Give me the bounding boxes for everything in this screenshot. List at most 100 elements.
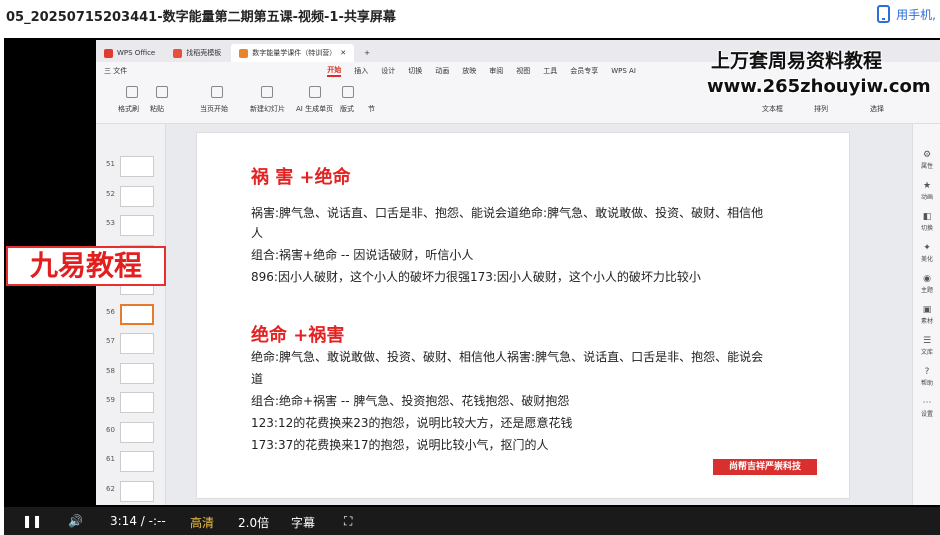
ribbon-new-slide[interactable]: 新建幻灯片	[250, 104, 285, 114]
right-panel: ⚙ 属性 ★ 动画 ◧ 切换 ✦ 美化 ◉ 主题 ▣ 素材 ☰ 文库? 帮助 ⋯ 设置	[912, 124, 940, 505]
tab-template[interactable]: 找稻壳模板	[165, 44, 229, 62]
tab-document[interactable]: 数字能量学课件（特训营） ✕	[231, 44, 355, 62]
template-icon	[173, 48, 183, 58]
right-panel-button[interactable]: ✦ 美化	[915, 243, 939, 263]
thumbnail-preview	[120, 451, 154, 472]
ribbon-format-painter[interactable]: 格式刷	[118, 104, 139, 114]
slide-thumbnail[interactable]: 57	[96, 331, 166, 357]
new-slide-icon[interactable]	[261, 86, 273, 98]
quality-button[interactable]: 高清	[190, 514, 214, 531]
slide-line: 173:37的花费换来17的抱怨，说明比较小气，抠门的人	[251, 438, 549, 452]
slide-thumbnail[interactable]: 58	[96, 361, 166, 387]
new-tab-button[interactable]: +	[356, 44, 378, 62]
open-on-phone[interactable]: 用手机,	[877, 5, 936, 23]
ribbon-select[interactable]: 选择	[870, 104, 884, 114]
thumbnail-preview	[120, 480, 154, 502]
ribbon-textbox[interactable]: 文本框	[762, 104, 783, 114]
right-panel-button[interactable]: ◧ 切换	[915, 212, 939, 232]
thumbnail-preview	[120, 215, 154, 236]
speed-button[interactable]: 2.0倍	[238, 514, 269, 531]
menu-item[interactable]: 视图	[516, 66, 530, 76]
watermark-top: 上万套周易资料教程	[711, 50, 883, 72]
paste-icon[interactable]	[156, 86, 168, 98]
play-icon[interactable]	[211, 86, 223, 98]
thumbnail-preview	[120, 421, 154, 443]
menu-item[interactable]: 放映	[462, 66, 476, 76]
menu-item[interactable]: 工具	[543, 66, 557, 76]
slide-number: 53	[106, 219, 115, 227]
panel-icon: ★	[922, 181, 932, 191]
ppt-icon	[239, 48, 249, 58]
slide-thumbnail[interactable]: 61	[96, 449, 166, 475]
panel-icon: ⚙	[922, 150, 932, 160]
slide[interactable]: 祸 害 +绝命 祸害:脾气急、说话直、口舌是非、抱怨、能说会道绝命:脾气急、敢说…	[196, 132, 850, 499]
panel-label: 设置	[920, 411, 933, 418]
panel-label: 美化	[920, 256, 933, 263]
panel-label: 属性	[920, 163, 933, 170]
slide-thumbnail[interactable]: 59	[96, 390, 166, 416]
ribbon-play-from-current[interactable]: 当页开始	[200, 104, 228, 114]
subtitle-button[interactable]: 字幕	[291, 514, 315, 531]
panel-icon: ▣	[922, 305, 932, 315]
layout-icon[interactable]	[342, 86, 354, 98]
menu-item[interactable]: WPS AI	[611, 67, 636, 75]
video-title: 05_20250715203441-数字能量第二期第五课-视频-1-共享屏幕	[6, 10, 396, 25]
panel-label: 素材	[920, 318, 933, 325]
slide-line: 896:因小人破财，这个小人的破坏力很强173:因小人破财，这个小人的破坏力比较…	[251, 270, 701, 284]
slide-thumbnail[interactable]: 52	[96, 184, 166, 210]
slide-heading-1: 祸 害 +绝命	[251, 167, 351, 188]
menu-item[interactable]: 审阅	[489, 66, 503, 76]
panel-label: 帮助	[920, 380, 933, 387]
ribbon-ai-generate[interactable]: AI 生成单页	[296, 104, 333, 114]
slide-line: 人	[251, 226, 264, 240]
thumbnail-preview	[120, 333, 154, 354]
format-painter-icon[interactable]	[126, 86, 138, 98]
menu-item[interactable]: 三 文件	[104, 66, 127, 76]
slide-thumbnail[interactable]: 60	[96, 420, 166, 446]
right-panel-button[interactable]: ⚙ 属性	[915, 150, 939, 170]
slide-thumbnail[interactable]: 62	[96, 479, 166, 505]
slide-number: 61	[106, 455, 115, 463]
slide-number: 59	[106, 396, 115, 404]
right-panel-button[interactable]: ★ 动画	[915, 181, 939, 201]
right-panel-button[interactable]: ? 帮助	[915, 367, 939, 387]
slide-thumbnail[interactable]: 51	[96, 154, 166, 180]
right-panel-button[interactable]: ⋯ 设置	[915, 398, 939, 418]
pause-icon[interactable]: ❚❚	[22, 514, 42, 528]
fullscreen-icon[interactable]: ⛶	[344, 514, 352, 529]
ai-icon[interactable]	[309, 86, 321, 98]
panel-icon: ◉	[923, 274, 931, 284]
menu-item[interactable]: 会员专享	[570, 66, 598, 76]
slide-number: 60	[106, 425, 115, 434]
menu-item[interactable]: 动画	[435, 66, 449, 76]
slide-number: 51	[106, 160, 115, 168]
ribbon-arrange[interactable]: 排列	[814, 104, 828, 114]
thumbnail-preview	[120, 392, 154, 413]
slide-line: 道	[251, 372, 264, 386]
ribbon-layout[interactable]: 版式	[340, 104, 354, 114]
slide-line: 123:12的花费换来23的抱怨，说明比较大方，还是愿意花钱	[251, 416, 573, 430]
time-display: 3:14 / -:--	[110, 514, 166, 528]
right-panel-button[interactable]: ☰ 文库	[915, 336, 939, 356]
watermark-url: www.265zhouyiw.com	[707, 76, 931, 97]
menu-item[interactable]: 开始	[327, 65, 342, 77]
menu-item[interactable]: 插入	[354, 66, 368, 76]
slide-heading-2: 绝命 +祸害	[251, 325, 345, 346]
right-panel-button[interactable]: ◉ 主题	[915, 274, 939, 294]
slide-thumbnail[interactable]: 56	[96, 302, 166, 328]
player-controls: ❚❚ 🔊 3:14 / -:-- 高清 2.0倍 字幕 ⛶	[4, 507, 940, 535]
menu-item[interactable]: 设计	[381, 66, 395, 76]
tab-wps-office[interactable]: WPS Office	[96, 44, 163, 62]
slide-number: 57	[106, 337, 115, 345]
slide-number: 62	[106, 484, 115, 493]
ribbon-section[interactable]: 节	[368, 104, 375, 114]
volume-icon[interactable]: 🔊	[68, 514, 83, 528]
ribbon-paste[interactable]: 粘贴	[150, 104, 164, 114]
right-panel-button[interactable]: ▣ 素材	[915, 305, 939, 325]
menu-item[interactable]: 切换	[408, 66, 422, 76]
slide-thumbnail[interactable]: 53	[96, 213, 166, 239]
panel-icon: ?	[924, 367, 930, 377]
panel-icon: ☰	[922, 336, 932, 346]
panel-label: 切换	[920, 225, 933, 232]
close-tab-icon[interactable]: ✕	[340, 49, 346, 57]
